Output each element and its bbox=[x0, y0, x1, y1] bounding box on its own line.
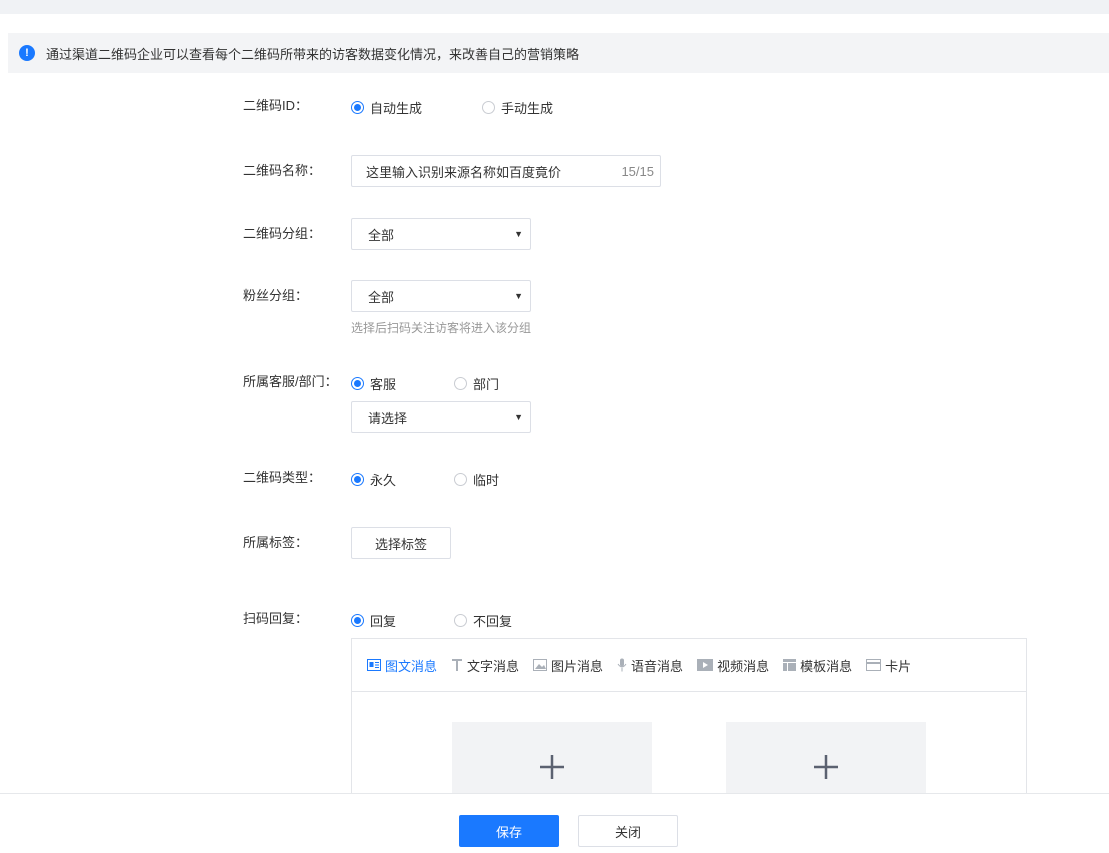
radio-label: 客服 bbox=[370, 377, 397, 392]
tab-label: 卡片 bbox=[885, 658, 912, 674]
tab-label: 文字消息 bbox=[467, 658, 520, 674]
tab-news[interactable]: 图文消息 bbox=[367, 656, 437, 675]
footer-bar: 保存 关闭 bbox=[0, 793, 1109, 853]
info-banner: ! 通过渠道二维码企业可以查看每个二维码所带来的访客数据变化情况，来改善自己的营… bbox=[8, 33, 1109, 73]
owner-select-value: 请选择 bbox=[368, 410, 408, 426]
radio-manual-generate[interactable]: 手动生成 bbox=[482, 98, 553, 117]
qr-id-label: 二维码ID： bbox=[243, 98, 309, 113]
close-button[interactable]: 关闭 bbox=[578, 815, 678, 847]
qr-group-value: 全部 bbox=[368, 227, 395, 243]
fan-group-hint: 选择后扫码关注访客将进入该分组 bbox=[351, 321, 532, 335]
tab-image[interactable]: 图片消息 bbox=[533, 656, 603, 675]
radio-no-reply[interactable]: 不回复 bbox=[454, 611, 512, 630]
char-counter: 15/15 bbox=[621, 163, 654, 179]
tab-label: 语音消息 bbox=[631, 658, 684, 674]
qr-name-label: 二维码名称： bbox=[243, 163, 322, 178]
radio-dot bbox=[482, 101, 495, 114]
radio-dot bbox=[454, 614, 467, 627]
fan-group-label: 粉丝分组： bbox=[243, 288, 309, 303]
fan-group-value: 全部 bbox=[368, 289, 395, 305]
radio-dot bbox=[454, 377, 467, 390]
tab-video[interactable]: 视频消息 bbox=[697, 656, 769, 675]
tab-card[interactable]: 卡片 bbox=[866, 656, 911, 675]
video-icon bbox=[697, 659, 714, 671]
radio-label: 永久 bbox=[370, 473, 397, 488]
qr-type-label: 二维码类型： bbox=[243, 470, 322, 485]
radio-dot bbox=[454, 473, 467, 486]
reply-editor: 图文消息 文字消息 图片消息 语音消息 视频消息 模板消息 卡片 bbox=[351, 638, 1027, 812]
radio-department[interactable]: 部门 bbox=[454, 374, 499, 393]
radio-dot bbox=[351, 101, 364, 114]
caret-down-icon: ▼ bbox=[514, 229, 523, 239]
save-button[interactable]: 保存 bbox=[459, 815, 559, 847]
card-icon bbox=[866, 659, 882, 671]
radio-temporary[interactable]: 临时 bbox=[454, 470, 499, 489]
radio-label: 自动生成 bbox=[370, 101, 423, 116]
tab-template[interactable]: 模板消息 bbox=[783, 656, 852, 675]
template-icon bbox=[783, 659, 797, 671]
qr-group-select[interactable]: 全部 ▼ bbox=[351, 218, 531, 250]
plus-icon bbox=[540, 755, 564, 779]
qr-group-label: 二维码分组： bbox=[243, 226, 322, 241]
info-banner-text: 通过渠道二维码企业可以查看每个二维码所带来的访客数据变化情况，来改善自己的营销策… bbox=[46, 46, 580, 62]
tab-label: 图片消息 bbox=[551, 658, 604, 674]
caret-down-icon: ▼ bbox=[514, 291, 523, 301]
radio-label: 部门 bbox=[473, 377, 500, 392]
tags-label: 所属标签： bbox=[243, 535, 309, 550]
radio-label: 不回复 bbox=[473, 614, 513, 629]
radio-permanent[interactable]: 永久 bbox=[351, 470, 396, 489]
owner-label: 所属客服/部门： bbox=[243, 374, 338, 389]
info-icon: ! bbox=[19, 45, 35, 61]
fan-group-select[interactable]: 全部 ▼ bbox=[351, 280, 531, 312]
image-icon bbox=[533, 659, 548, 671]
reply-label: 扫码回复： bbox=[243, 611, 309, 626]
microphone-icon bbox=[617, 658, 627, 672]
radio-auto-generate[interactable]: 自动生成 bbox=[351, 98, 422, 117]
radio-reply[interactable]: 回复 bbox=[351, 611, 396, 630]
tab-label: 图文消息 bbox=[385, 658, 438, 674]
radio-agent[interactable]: 客服 bbox=[351, 374, 396, 393]
message-type-tabs: 图文消息 文字消息 图片消息 语音消息 视频消息 模板消息 卡片 bbox=[352, 639, 1026, 692]
qr-name-input[interactable]: 这里输入识别来源名称如百度竟价 15/15 bbox=[351, 155, 661, 187]
radio-label: 手动生成 bbox=[501, 101, 554, 116]
radio-dot bbox=[351, 614, 364, 627]
radio-label: 临时 bbox=[473, 473, 500, 488]
select-tags-button[interactable]: 选择标签 bbox=[351, 527, 451, 559]
tab-label: 视频消息 bbox=[717, 658, 770, 674]
tab-text[interactable]: 文字消息 bbox=[451, 656, 519, 675]
tab-label: 模板消息 bbox=[800, 658, 853, 674]
owner-select[interactable]: 请选择 ▼ bbox=[351, 401, 531, 433]
radio-dot bbox=[351, 473, 364, 486]
top-strip bbox=[0, 0, 1109, 14]
caret-down-icon: ▼ bbox=[514, 412, 523, 422]
text-icon bbox=[452, 659, 463, 671]
radio-dot bbox=[351, 377, 364, 390]
plus-icon bbox=[814, 755, 838, 779]
qr-name-value: 这里输入识别来源名称如百度竟价 bbox=[366, 164, 562, 180]
news-icon bbox=[367, 659, 381, 671]
tab-voice[interactable]: 语音消息 bbox=[617, 656, 683, 675]
radio-label: 回复 bbox=[370, 614, 397, 629]
